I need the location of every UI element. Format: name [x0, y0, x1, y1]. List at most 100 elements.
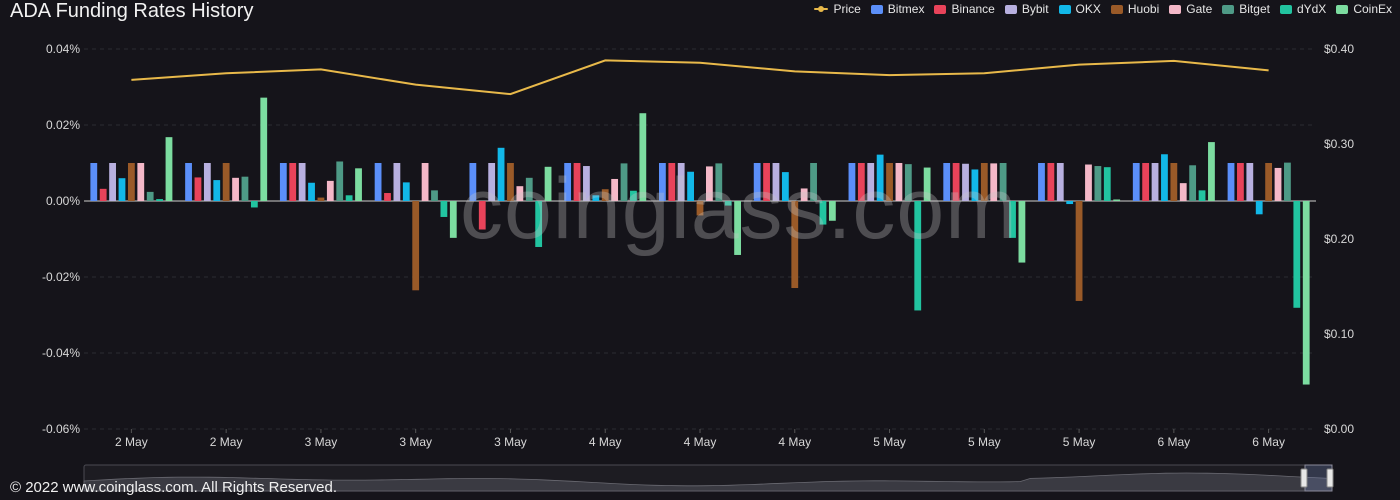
bar-coinex[interactable]	[260, 97, 268, 201]
bar-huobi[interactable]	[886, 163, 893, 201]
bar-dydx[interactable]	[630, 190, 637, 201]
bar-binance[interactable]	[573, 163, 581, 201]
bar-okx[interactable]	[118, 178, 126, 201]
bar-okx[interactable]	[497, 147, 505, 201]
bar-bybit[interactable]	[1056, 163, 1064, 201]
bar-coinex[interactable]	[355, 168, 362, 201]
bar-binance[interactable]	[1142, 163, 1150, 201]
bar-binance[interactable]	[668, 163, 676, 201]
bar-dydx[interactable]	[156, 199, 163, 201]
bar-huobi[interactable]	[317, 197, 325, 201]
bar-bitmex[interactable]	[659, 163, 666, 201]
bar-dydx[interactable]	[724, 201, 732, 206]
bar-coinex[interactable]	[734, 201, 741, 255]
bar-gate[interactable]	[1179, 183, 1187, 201]
bar-okx[interactable]	[876, 154, 884, 201]
bar-bybit[interactable]	[677, 163, 685, 201]
bar-bitmex[interactable]	[564, 163, 572, 201]
bar-gate[interactable]	[137, 163, 145, 201]
bar-gate[interactable]	[421, 163, 429, 201]
bar-dydx[interactable]	[1103, 167, 1111, 201]
bar-gate[interactable]	[800, 188, 808, 201]
bar-dydx[interactable]	[250, 201, 258, 208]
bar-huobi[interactable]	[222, 163, 230, 201]
bar-okx[interactable]	[213, 180, 221, 201]
bar-dydx[interactable]	[345, 195, 353, 201]
bar-dydx[interactable]	[535, 201, 543, 247]
bar-binance[interactable]	[1237, 163, 1244, 201]
bar-okx[interactable]	[1161, 154, 1168, 201]
bar-bitget[interactable]	[715, 163, 723, 201]
bar-gate[interactable]	[516, 186, 524, 201]
zoom-handle-left[interactable]	[1300, 468, 1308, 488]
bar-huobi[interactable]	[1265, 163, 1273, 201]
bar-coinex[interactable]	[1018, 201, 1026, 263]
bar-okx[interactable]	[687, 171, 694, 201]
bar-bybit[interactable]	[298, 163, 306, 201]
bar-bitget[interactable]	[1094, 166, 1102, 201]
bar-huobi[interactable]	[696, 201, 704, 216]
bar-okx[interactable]	[1255, 201, 1263, 215]
bar-dydx[interactable]	[819, 201, 827, 225]
bar-huobi[interactable]	[507, 163, 514, 201]
bar-okx[interactable]	[308, 182, 315, 201]
bar-coinex[interactable]	[1113, 199, 1121, 201]
bar-bitmex[interactable]	[753, 163, 761, 201]
bar-bybit[interactable]	[109, 163, 116, 201]
bar-bybit[interactable]	[772, 163, 780, 201]
bar-binance[interactable]	[478, 201, 486, 230]
bar-huobi[interactable]	[127, 163, 135, 201]
bar-dydx[interactable]	[1293, 201, 1301, 308]
bar-bitmex[interactable]	[374, 163, 382, 201]
bar-dydx[interactable]	[914, 201, 922, 311]
bar-huobi[interactable]	[601, 189, 609, 201]
bar-gate[interactable]	[326, 180, 334, 201]
bar-okx[interactable]	[402, 182, 410, 201]
bar-bitmex[interactable]	[279, 163, 287, 201]
bar-binance[interactable]	[194, 177, 202, 201]
bar-okx[interactable]	[592, 195, 600, 201]
bar-coinex[interactable]	[449, 201, 457, 238]
bar-bitget[interactable]	[241, 176, 249, 201]
bar-okx[interactable]	[781, 172, 789, 201]
bar-bitget[interactable]	[336, 161, 344, 201]
bar-bitget[interactable]	[1189, 165, 1197, 201]
bar-dydx[interactable]	[1198, 190, 1206, 201]
bar-bybit[interactable]	[1151, 163, 1159, 201]
bar-coinex[interactable]	[639, 113, 647, 201]
bar-bitmex[interactable]	[185, 163, 192, 201]
bar-gate[interactable]	[990, 163, 998, 201]
bar-coinex[interactable]	[544, 166, 552, 201]
bar-okx[interactable]	[1066, 201, 1074, 205]
bar-binance[interactable]	[99, 188, 107, 201]
bar-huobi[interactable]	[1075, 201, 1083, 301]
bar-bitget[interactable]	[1284, 162, 1291, 201]
bar-coinex[interactable]	[165, 137, 173, 201]
bar-binance[interactable]	[857, 163, 865, 201]
bar-bybit[interactable]	[203, 163, 211, 201]
bar-bybit[interactable]	[1246, 163, 1254, 201]
bar-bitget[interactable]	[999, 163, 1007, 201]
bar-bitget[interactable]	[904, 164, 912, 201]
bar-bybit[interactable]	[583, 166, 590, 201]
bar-bitget[interactable]	[431, 190, 438, 201]
bar-bitmex[interactable]	[1132, 163, 1140, 201]
zoom-handle-right[interactable]	[1326, 468, 1334, 488]
bar-bitmex[interactable]	[469, 163, 477, 201]
bar-gate[interactable]	[706, 166, 713, 201]
bar-bitmex[interactable]	[943, 163, 951, 201]
bar-bitmex[interactable]	[1038, 163, 1045, 201]
bar-huobi[interactable]	[791, 201, 799, 289]
bar-gate[interactable]	[1085, 164, 1092, 201]
bar-binance[interactable]	[952, 163, 960, 201]
bar-coinex[interactable]	[923, 167, 931, 201]
bar-coinex[interactable]	[1302, 201, 1310, 385]
bar-binance[interactable]	[763, 163, 770, 201]
bar-gate[interactable]	[611, 178, 619, 201]
bar-bitget[interactable]	[810, 163, 817, 201]
bar-bybit[interactable]	[488, 163, 496, 201]
bar-bybit[interactable]	[962, 163, 969, 201]
bar-binance[interactable]	[289, 163, 297, 201]
bar-gate[interactable]	[1274, 167, 1282, 201]
bar-bitget[interactable]	[146, 191, 154, 201]
